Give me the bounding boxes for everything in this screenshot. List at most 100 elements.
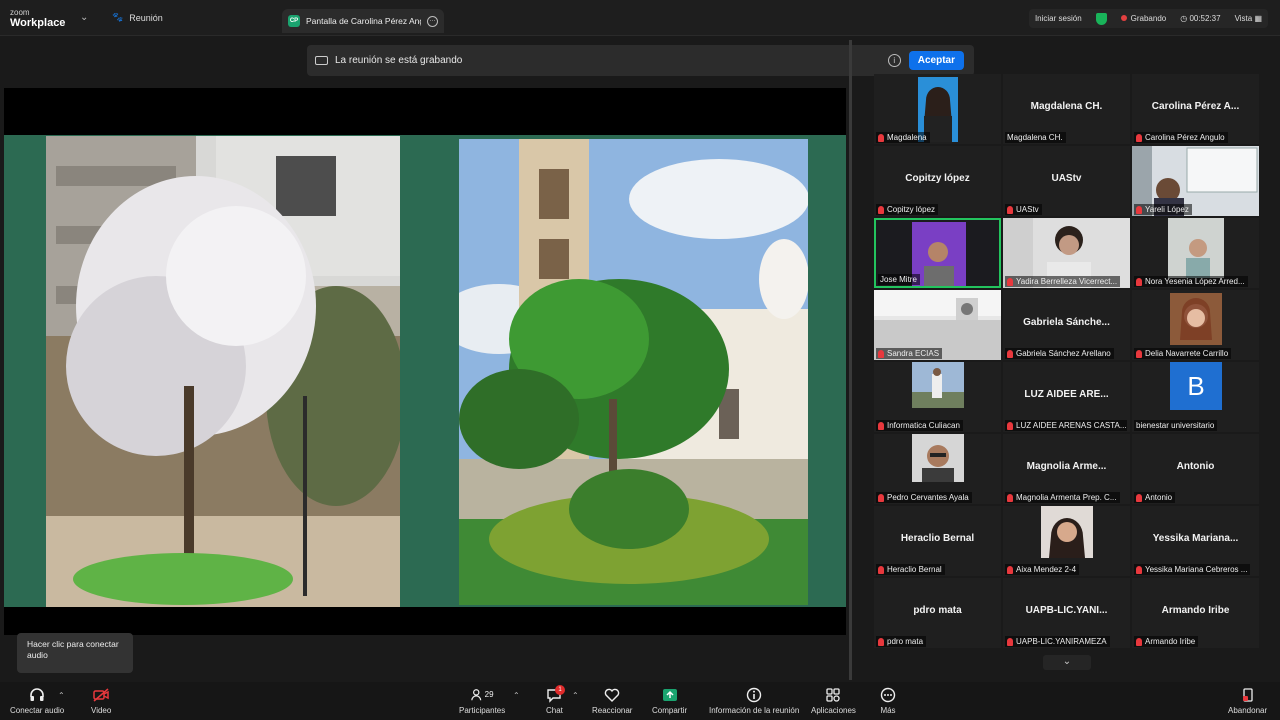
participant-name-text: Jose Mitre bbox=[880, 275, 917, 284]
mic-muted-icon bbox=[1136, 205, 1142, 214]
participant-tile[interactable]: Informatica Culiacan bbox=[874, 362, 1001, 432]
participant-tile[interactable]: Delia Navarrete Carrillo bbox=[1132, 290, 1259, 360]
react-button[interactable]: Reaccionar bbox=[592, 687, 632, 715]
participant-display-name: Gabriela Sánche... bbox=[1023, 317, 1110, 328]
leave-button[interactable]: Abandonar bbox=[1228, 687, 1267, 715]
participant-name-label: Magdalena bbox=[876, 132, 930, 143]
recording-status[interactable]: Grabando bbox=[1120, 14, 1167, 23]
mic-muted-icon bbox=[1007, 493, 1013, 502]
participant-name-label: Antonio bbox=[1134, 492, 1176, 503]
participant-name-label: Magnolia Armenta Prep. C... bbox=[1005, 492, 1120, 503]
participant-tile[interactable]: Aixa Mendez 2-4 bbox=[1003, 506, 1130, 576]
connect-audio-button[interactable]: Conectar audio bbox=[10, 687, 64, 715]
participants-options-caret[interactable]: ⌃ bbox=[513, 691, 520, 700]
participant-tile[interactable]: Gabriela Sánche... Gabriela Sánchez Arell… bbox=[1003, 290, 1130, 360]
participant-tile[interactable]: Magdalena bbox=[874, 74, 1001, 144]
participant-name-label: Sandra ECIAS bbox=[876, 348, 943, 359]
participant-tile[interactable]: Jose Mitre bbox=[874, 218, 1001, 288]
more-icon bbox=[880, 687, 896, 703]
apps-button[interactable]: Aplicaciones bbox=[811, 687, 856, 715]
mic-muted-icon bbox=[878, 133, 884, 142]
sign-in-button[interactable]: Iniciar sesión bbox=[1035, 14, 1082, 23]
participants-button[interactable]: 29 Participantes bbox=[459, 687, 505, 715]
share-screen-icon bbox=[652, 687, 687, 703]
more-button[interactable]: Más bbox=[880, 687, 896, 715]
participant-tile[interactable]: UAStv UAStv bbox=[1003, 146, 1130, 216]
recording-banner-text: La reunión se está grabando bbox=[335, 55, 463, 66]
tab-meeting[interactable]: 🐾 Reunión bbox=[112, 12, 163, 23]
church-photo bbox=[459, 139, 808, 605]
mic-muted-icon bbox=[878, 421, 884, 430]
participant-name-text: pdro mata bbox=[887, 637, 924, 646]
info-circle-icon bbox=[709, 687, 799, 703]
participant-tile[interactable]: Bbienestar universitario bbox=[1132, 362, 1259, 432]
participant-tile[interactable]: Yessika Mariana... Yessika Mariana Cebrer… bbox=[1132, 506, 1259, 576]
participants-icon: 29 bbox=[459, 687, 505, 703]
participant-name-label: UAPB-LIC.YANIRAMEZA bbox=[1005, 636, 1110, 647]
headphones-icon bbox=[10, 687, 64, 703]
mic-muted-icon bbox=[1007, 421, 1013, 430]
mic-muted-icon bbox=[1136, 277, 1142, 286]
chat-button[interactable]: 1 Chat bbox=[546, 685, 565, 715]
gallery-scroll-down-button[interactable]: ⌄ bbox=[1043, 655, 1091, 670]
participant-tile[interactable]: Armando Iribe Armando Iribe bbox=[1132, 578, 1259, 648]
participant-tile[interactable]: Nora Yesenia López Arred... bbox=[1132, 218, 1259, 288]
apps-icon bbox=[811, 687, 856, 703]
info-icon[interactable]: i bbox=[887, 54, 901, 67]
panel-divider[interactable] bbox=[849, 40, 852, 680]
participant-tile[interactable]: Antonio Antonio bbox=[1132, 434, 1259, 504]
share-screen-button[interactable]: Compartir bbox=[652, 687, 687, 715]
more-options-icon[interactable]: ··· bbox=[427, 15, 438, 27]
tab-screen-share[interactable]: CP Pantalla de Carolina Pérez Angulo ··· bbox=[282, 9, 444, 33]
participant-name-label: Magdalena CH. bbox=[1005, 132, 1066, 143]
participant-name-text: Informatica Culiacan bbox=[887, 421, 960, 430]
zoom-logo: zoom Workplace bbox=[10, 8, 65, 29]
participant-name-text: Heraclio Bernal bbox=[887, 565, 942, 574]
tree-photo-image bbox=[46, 136, 400, 607]
participant-name-label: Informatica Culiacan bbox=[876, 420, 963, 431]
timer-value: 00:52:37 bbox=[1189, 14, 1221, 23]
participant-tile[interactable]: Copitzy lópez Copitzy lópez bbox=[874, 146, 1001, 216]
participant-tile[interactable]: Magnolia Arme... Magnolia Armenta Prep. C… bbox=[1003, 434, 1130, 504]
chat-options-caret[interactable]: ⌃ bbox=[572, 691, 579, 700]
participant-name-label: Jose Mitre bbox=[878, 274, 920, 285]
leave-label: Abandonar bbox=[1228, 706, 1268, 715]
participant-tile[interactable]: Magdalena CH. Magdalena CH. bbox=[1003, 74, 1130, 144]
recording-dot-icon bbox=[1120, 15, 1127, 21]
participant-tile[interactable]: pdro mata pdro mata bbox=[874, 578, 1001, 648]
participant-name-text: Sandra ECIAS bbox=[887, 349, 940, 358]
participant-tile[interactable]: Carolina Pérez A... Carolina Pérez Angulo bbox=[1132, 74, 1259, 144]
church-photo-image bbox=[459, 139, 808, 605]
participant-tile[interactable]: Sandra ECIAS bbox=[874, 290, 1001, 360]
participant-name-text: Aixa Mendez 2-4 bbox=[1016, 565, 1077, 574]
participant-name-text: Antonio bbox=[1145, 493, 1173, 502]
audio-options-caret[interactable]: ⌃ bbox=[58, 691, 65, 700]
mic-muted-icon bbox=[1136, 493, 1142, 502]
shield-icon[interactable] bbox=[1095, 12, 1107, 25]
participant-tile[interactable]: Yareli López bbox=[1132, 146, 1259, 216]
meeting-timer: ◷ 00:52:37 bbox=[1180, 14, 1221, 23]
tab-meeting-label: Reunión bbox=[129, 12, 163, 23]
participant-display-name: Magnolia Arme... bbox=[1026, 461, 1107, 472]
chevron-down-icon[interactable]: ⌄ bbox=[80, 12, 88, 23]
accept-button[interactable]: Aceptar bbox=[908, 51, 964, 70]
top-bar: zoom Workplace ⌄ 🐾 Reunión CP Pantalla d… bbox=[0, 0, 1280, 36]
participant-name-label: bienestar universitario bbox=[1134, 420, 1218, 431]
participant-tile[interactable]: Heraclio Bernal Heraclio Bernal bbox=[874, 506, 1001, 576]
top-right-controls: Iniciar sesión Grabando ◷ 00:52:37 Vista… bbox=[1028, 9, 1268, 28]
recording-label: Grabando bbox=[1130, 14, 1167, 23]
more-label: Más bbox=[880, 706, 896, 715]
view-button[interactable]: Vista ▦ bbox=[1235, 14, 1262, 23]
participant-tile[interactable]: Yadira Berrelleza Vicerrect... bbox=[1003, 218, 1130, 288]
participant-tile[interactable]: UAPB-LIC.YANI... UAPB-LIC.YANIRAMEZA bbox=[1003, 578, 1130, 648]
mic-muted-icon bbox=[878, 565, 884, 574]
participant-name-text: Pedro Cervantes Ayala bbox=[887, 493, 969, 502]
participant-tile[interactable]: Pedro Cervantes Ayala bbox=[874, 434, 1001, 504]
mic-muted-icon bbox=[1007, 565, 1013, 574]
video-button[interactable]: Video bbox=[91, 687, 111, 715]
participant-tile[interactable]: LUZ AIDEE ARE... LUZ AIDEE ARENAS CASTA..… bbox=[1003, 362, 1130, 432]
meeting-info-button[interactable]: Información de la reunión bbox=[709, 687, 799, 715]
paw-icon: 🐾 bbox=[112, 12, 124, 22]
participant-name-label: Yareli López bbox=[1134, 204, 1192, 215]
heart-icon bbox=[592, 687, 632, 703]
